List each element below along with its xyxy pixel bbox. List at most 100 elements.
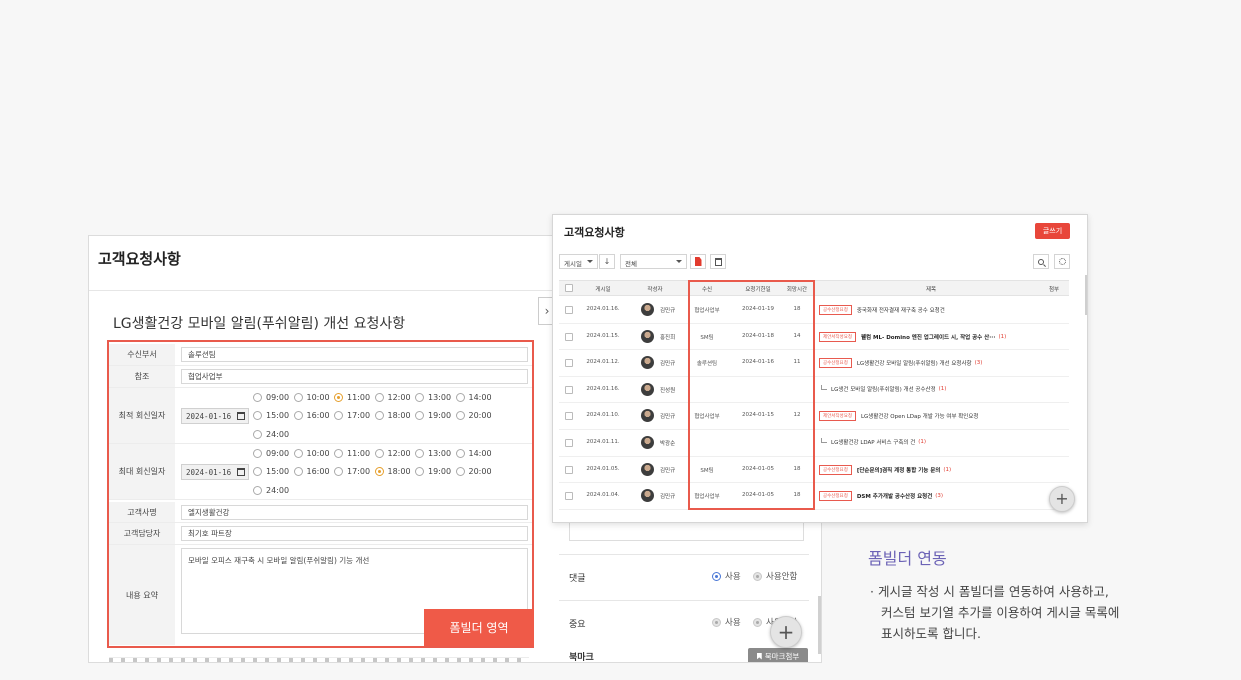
important-use-radio[interactable]: 사용 (712, 616, 741, 628)
row-checkbox[interactable] (565, 465, 573, 474)
contact-input[interactable]: 최기호 파트장 (181, 526, 528, 541)
col-date[interactable]: 게시일 (595, 285, 610, 293)
comment-count: (1) (943, 466, 952, 473)
calendar-icon[interactable] (237, 412, 245, 420)
time-radio-option[interactable]: 12:00 (374, 388, 416, 407)
cell-date: 2024.01.10. (586, 412, 620, 419)
time-label: 12:00 (387, 448, 411, 458)
add-fab-button[interactable]: + (770, 616, 802, 648)
row-checkbox[interactable] (565, 306, 573, 314)
radio-icon (334, 448, 343, 458)
row-customer: 고객사명 엘지생활건강 (109, 502, 532, 523)
time-radio-option[interactable]: 18:00 (374, 407, 416, 426)
col-subject[interactable]: 제목 (926, 285, 936, 293)
time-radio-option[interactable]: 18:00 (374, 463, 416, 482)
col-author[interactable]: 작성자 (647, 285, 662, 293)
avatar (641, 436, 654, 449)
delete-button[interactable] (710, 254, 726, 269)
time-radio-option[interactable]: 17:00 (334, 407, 375, 426)
time-radio-option[interactable]: 14:00 (455, 388, 497, 407)
cell-subject[interactable]: 공수산정요청 중국화재 전자결재 재구축 공수 요청건 (819, 305, 945, 315)
search-button[interactable] (1033, 254, 1049, 269)
label-earliest: 최적 회신일자 (109, 388, 175, 443)
radio-icon (293, 448, 303, 458)
radio-icon (334, 411, 343, 421)
add-fab-button[interactable]: + (1049, 486, 1075, 512)
radio-icon (253, 448, 262, 458)
time-radio-option[interactable]: 14:00 (455, 444, 497, 463)
time-radio-option[interactable]: 19:00 (415, 407, 456, 426)
cell-date: 2024.01.11. (586, 439, 620, 445)
radio-icon (374, 467, 384, 477)
time-label: 13:00 (428, 392, 452, 402)
time-radio-option[interactable]: 10:00 (293, 444, 335, 463)
select-all-checkbox[interactable] (565, 284, 573, 292)
time-label: 16:00 (306, 467, 330, 477)
filter-select[interactable]: 전체 (620, 254, 687, 269)
row-checkbox[interactable] (565, 492, 573, 501)
cell-subject[interactable]: 제안서작성요청 LG생활건강 Open LDap 개발 가능 여부 확인요청 (819, 411, 979, 422)
earliest-date-input[interactable]: 2024-01-16 (181, 408, 249, 424)
cell-subject[interactable]: 제안서작성요청 웰컴 ML- Domino 엔진 업그레이드 시, 작업 공수 산… (819, 331, 1006, 342)
recv-dept-input[interactable]: 솔루션팀 (181, 347, 528, 362)
pdf-icon (694, 257, 702, 266)
cell-subject[interactable]: LG생건 모바일 알림(푸쉬알림) 개선 공수산정 (1) (821, 384, 946, 393)
row-checkbox[interactable] (565, 332, 573, 341)
time-radio-option[interactable]: 11:00 (334, 388, 375, 407)
cell-subject[interactable]: 공수산정요청 LG생활건강 모바일 알림(푸쉬알림) 개선 요청사항 (3) (819, 358, 982, 369)
bookmark-attach-button[interactable]: 북마크첨부 (748, 648, 808, 662)
ref-input[interactable]: 협업사업부 (181, 369, 528, 384)
time-label: 18:00 (387, 411, 411, 421)
settings-button[interactable] (1054, 254, 1070, 269)
time-radio-option[interactable]: 19:00 (415, 463, 456, 482)
comment-use-radio[interactable]: 사용 (712, 570, 741, 582)
col-attach[interactable]: 첨부 (1049, 285, 1059, 293)
sort-select[interactable]: 게시일 (559, 254, 598, 269)
cell-subject[interactable]: 공수산정요청 DSM 추가개발 공수산정 요청건 (3) (819, 491, 943, 502)
radio-icon (374, 448, 384, 458)
customer-input[interactable]: 엘지생활건강 (181, 505, 528, 520)
scrollbar[interactable] (1085, 275, 1087, 315)
calendar-icon[interactable] (237, 468, 245, 476)
sort-direction-button[interactable]: ↓ (599, 254, 615, 269)
pdf-export-button[interactable] (690, 254, 706, 269)
row-checkbox[interactable] (565, 359, 573, 368)
scrollbar[interactable] (818, 596, 821, 654)
time-radio-option[interactable]: 12:00 (374, 444, 416, 463)
time-radio-option[interactable]: 10:00 (293, 388, 335, 407)
time-label: 14:00 (468, 448, 492, 458)
cell-subject[interactable]: LG생활건강 LDAP 서비스 구축의 건 (1) (821, 438, 926, 446)
time-radio-option[interactable]: 13:00 (415, 388, 456, 407)
time-radio-option[interactable]: 15:00 (253, 407, 294, 426)
time-radio-option[interactable]: 16:00 (293, 463, 335, 482)
cell-subject[interactable]: 공수산정요청 [단순문의]겸직 계정 통합 기능 문의 (1) (819, 464, 952, 475)
time-label: 10:00 (306, 392, 330, 402)
latest-date-input[interactable]: 2024-01-16 (181, 464, 249, 480)
time-radio-option[interactable]: 24:00 (253, 425, 294, 444)
time-radio-option[interactable]: 16:00 (293, 407, 335, 426)
cell-author: 진성원 (660, 387, 676, 394)
row-checkbox[interactable] (565, 412, 573, 421)
time-radio-option[interactable]: 20:00 (455, 463, 497, 482)
cell-date: 2024.01.16. (586, 306, 620, 312)
label-customer: 고객사명 (109, 502, 175, 522)
time-radio-option[interactable]: 15:00 (253, 463, 294, 482)
row-checkbox[interactable] (565, 385, 573, 394)
time-radio-option[interactable]: 17:00 (334, 463, 375, 482)
radio-icon (253, 392, 262, 402)
write-button[interactable]: 글쓰기 (1035, 223, 1070, 239)
time-radio-option[interactable]: 09:00 (253, 444, 294, 463)
comment-nouse-radio[interactable]: 사용안함 (753, 570, 797, 582)
time-radio-option[interactable]: 24:00 (253, 481, 294, 500)
form-builder-badge: 폼빌더 영역 (424, 609, 534, 646)
label-recv-dept: 수신부서 (109, 344, 175, 365)
time-label: 12:00 (387, 392, 411, 402)
time-radio-option[interactable]: 20:00 (455, 407, 497, 426)
category-tag: 공수산정요청 (819, 491, 852, 502)
time-radio-option[interactable]: 11:00 (334, 444, 375, 463)
time-radio-option[interactable]: 09:00 (253, 388, 294, 407)
radio-icon (455, 411, 465, 421)
row-checkbox[interactable] (565, 439, 573, 447)
editor-toolbar[interactable] (109, 657, 529, 662)
time-radio-option[interactable]: 13:00 (415, 444, 456, 463)
